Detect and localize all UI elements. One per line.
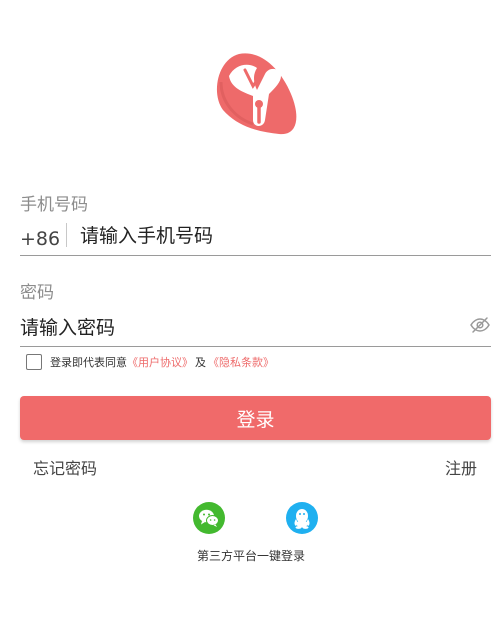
qq-icon[interactable] — [286, 502, 318, 534]
phone-field: +86 — [20, 220, 491, 256]
eye-hidden-icon[interactable] — [469, 316, 491, 334]
app-logo — [209, 46, 301, 140]
phone-label: 手机号码 — [20, 195, 88, 215]
agreement-checkbox[interactable] — [26, 354, 42, 370]
login-button[interactable]: 登录 — [20, 396, 491, 440]
password-input[interactable] — [20, 313, 440, 343]
password-label: 密码 — [20, 283, 54, 303]
password-field — [20, 308, 491, 347]
user-agreement-link[interactable]: 《用户协议》 — [127, 354, 193, 370]
agreement-and: 及 — [195, 356, 206, 369]
agreement-row: 登录即代表同意 《用户协议》 及 《隐私条款》 — [26, 353, 274, 371]
agreement-prefix: 登录即代表同意 — [50, 356, 127, 369]
country-code[interactable]: +86 — [20, 228, 60, 250]
third-party-login-caption: 第三方平台一键登录 — [197, 549, 306, 563]
privacy-policy-link[interactable]: 《隐私条款》 — [208, 354, 274, 370]
app-logo-icon — [216, 53, 297, 135]
phone-input[interactable] — [80, 222, 480, 250]
forgot-password-link[interactable]: 忘记密码 — [33, 455, 97, 479]
country-code-divider — [66, 223, 67, 247]
register-link[interactable]: 注册 — [445, 455, 477, 479]
wechat-icon[interactable] — [193, 502, 225, 534]
